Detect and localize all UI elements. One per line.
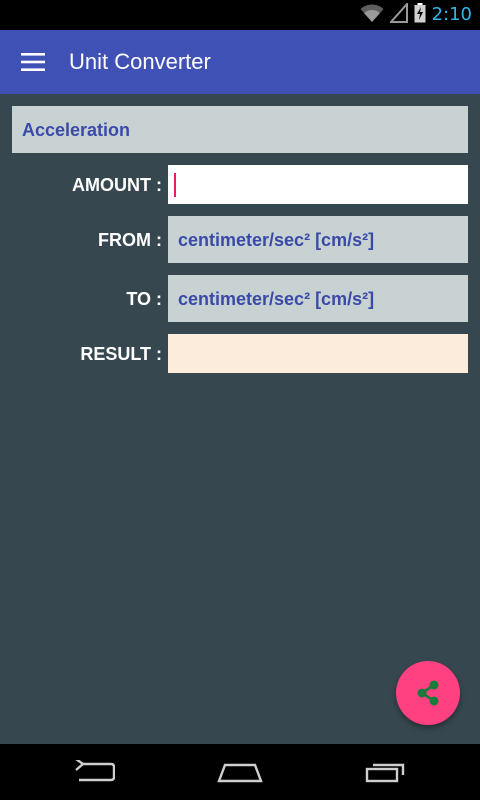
result-label: RESULT :: [80, 344, 162, 364]
battery-charging-icon: [414, 2, 426, 28]
navigation-bar: [0, 744, 480, 800]
back-icon: [75, 760, 115, 782]
text-cursor: [174, 173, 176, 197]
from-unit-select[interactable]: centimeter/sec² [cm/s²]: [168, 216, 468, 263]
app-bar: Unit Converter: [0, 30, 480, 94]
from-unit-value: centimeter/sec² [cm/s²]: [178, 230, 375, 250]
status-time: 2:10: [431, 4, 472, 25]
recents-icon: [365, 763, 405, 783]
category-selector[interactable]: Acceleration: [12, 106, 468, 153]
result-field: [168, 334, 468, 373]
from-label: FROM :: [98, 230, 162, 250]
status-icons: 2:10: [360, 0, 472, 28]
amount-label: AMOUNT :: [72, 175, 162, 195]
signal-icon: [388, 0, 408, 28]
wifi-icon: [360, 3, 384, 28]
menu-button[interactable]: [12, 42, 54, 82]
app-title: Unit Converter: [69, 49, 211, 74]
hamburger-menu-icon: [21, 53, 45, 71]
home-icon: [217, 763, 263, 783]
to-label: TO :: [126, 289, 162, 309]
status-bar: 2:10: [0, 0, 480, 30]
recents-button[interactable]: [338, 744, 434, 800]
share-icon: [417, 680, 439, 706]
to-unit-value: centimeter/sec² [cm/s²]: [178, 289, 375, 309]
to-unit-select[interactable]: centimeter/sec² [cm/s²]: [168, 275, 468, 322]
home-button[interactable]: [192, 744, 288, 800]
share-button[interactable]: [396, 661, 460, 725]
amount-input[interactable]: [168, 165, 468, 204]
category-label: Acceleration: [22, 120, 131, 140]
back-button[interactable]: [46, 744, 142, 800]
